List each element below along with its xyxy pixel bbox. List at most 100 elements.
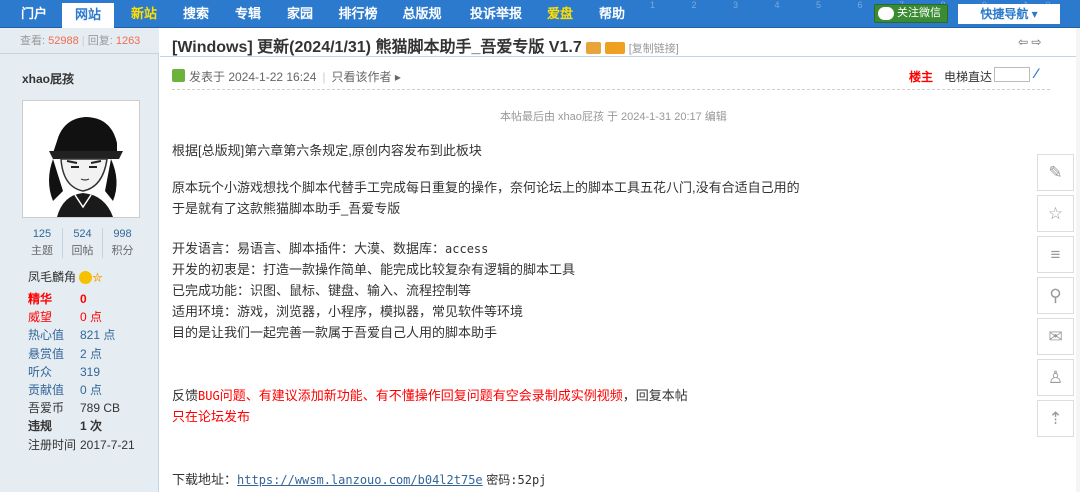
nav-item-portal[interactable]: 门户 (14, 0, 54, 28)
content-line: 根据[总版规]第六章第六条规定,原创内容发布到此板块 (172, 143, 482, 158)
profile-value: 0 点 (80, 382, 103, 397)
profile-value: 2 点 (80, 346, 103, 361)
wechat-icon[interactable]: ✉ (1037, 318, 1074, 355)
follow-wechat-button[interactable]: 关注微信 (874, 4, 948, 23)
search-icon[interactable]: ⚲ (1037, 277, 1074, 314)
elevator-go-icon[interactable]: ⁄ (1035, 65, 1037, 81)
quick-nav-button[interactable]: 快捷导航 ▾ (958, 4, 1060, 24)
profile-key: 精华 (28, 292, 53, 306)
star-rank-icon: ✮ (92, 269, 103, 285)
view-count: 52988 (48, 35, 79, 47)
prev-next-thread-icon[interactable]: ⇦ ⇨ (1018, 35, 1041, 49)
nav-item-album[interactable]: 专辑 (228, 0, 268, 28)
content-line: 开发语言：易语言、脚本插件：大漠、数据库：access (172, 238, 488, 260)
content-text: 问题、有建议添加新功能、有不懂操作回复问题有空会录制成实例视频 (219, 388, 623, 403)
avatar[interactable] (22, 100, 140, 218)
list-icon[interactable]: ≡ (1037, 236, 1074, 273)
content-line: 于是就有了这款熊猫脚本助手_吾爱专版 (172, 201, 401, 216)
download-label: 下载地址： (172, 472, 238, 487)
profile-value: 1 次 (80, 419, 103, 434)
wechat-icon (878, 7, 894, 20)
title-divider (160, 56, 1080, 57)
medal-icon (79, 271, 93, 285)
profile-value: 2017-7-21 (80, 437, 135, 452)
content-text: 反馈 (172, 388, 199, 403)
nav-item-ranking[interactable]: 排行榜 (332, 0, 384, 28)
profile-row: 威望 0 点 (28, 308, 135, 326)
points-count: 998 (113, 228, 132, 240)
content-line: 已完成功能：识图、鼠标、键盘、输入、流程控制等 (172, 283, 472, 298)
author-replies[interactable]: 524 回帖 (62, 228, 102, 258)
online-status-icon (172, 69, 185, 82)
edit-note: 本帖最后由 xhao屁孩 于 2024-1-31 20:17 编辑 (500, 111, 727, 123)
reply-count: 1263 (115, 35, 141, 47)
scrollbar[interactable] (1076, 28, 1080, 492)
copy-link-button[interactable]: [复制链接] (629, 43, 679, 55)
profile-value: 821 点 (80, 328, 116, 343)
nav-item-search[interactable]: 搜索 (176, 0, 216, 28)
profile-key: 热心值 (28, 328, 65, 343)
profile-key: 悬赏值 (28, 346, 65, 361)
content-line: 目的是让我们一起完善一款属于吾爱自己人用的脚本助手 (172, 325, 498, 340)
content-line: 开发的初衷是：打造一款操作简单、能完成比较复杂有逻辑的脚本工具 (172, 262, 576, 277)
profile-row: 违规 1 次 (28, 417, 135, 435)
author-threads[interactable]: 125 主题 (22, 228, 62, 258)
thread-title-row: [Windows] 更新(2024/1/31) 熊猫脚本助手_吾爱专版 V1.7… (172, 33, 679, 57)
profile-key: 威望 (28, 310, 53, 325)
top-nav-bar: 1 2 3 4 5 6 7 8 9 10 门户 网站 新站 搜索 专辑 家园 排… (0, 0, 1080, 28)
user-group: 凤毛麟角 ✮ (28, 268, 103, 286)
content-text: BUG (198, 389, 220, 403)
threads-count: 125 (32, 228, 52, 240)
content-line: 原本玩个小游戏想找个脚本代替手工完成每日重复的操作，奈何论坛上的脚本工具五花八门… (172, 180, 800, 195)
content-line: 下载地址：https://wwsm.lanzouo.com/b04l2t75e … (172, 469, 546, 491)
nav-item-help[interactable]: 帮助 (592, 0, 632, 28)
follow-wechat-label: 关注微信 (897, 7, 941, 19)
nav-item-home[interactable]: 家园 (280, 0, 320, 28)
download-password: 密码:52pj (486, 473, 547, 487)
post-meta: 发表于 2024-1-22 16:24 | 只看该作者 ▸ (189, 70, 401, 84)
user-group-label: 凤毛麟角 (28, 270, 77, 284)
thread-stats: 查看: 52988 | 回复: 1263 (0, 28, 159, 54)
reply-label: 回复: (87, 35, 113, 47)
profile-key: 贡献值 (28, 382, 65, 397)
top-icon[interactable]: ⇡ (1037, 400, 1074, 437)
view-label: 查看: (20, 35, 46, 47)
profile-row: 悬赏值 2 点 (28, 345, 135, 363)
profile-value: 0 点 (80, 310, 103, 325)
nav-item-report[interactable]: 投诉举报 (464, 0, 528, 28)
profile-row: 听众 319 (28, 363, 135, 381)
content-text: access (445, 242, 489, 256)
replies-label: 回帖 (71, 245, 94, 257)
only-author-link[interactable]: 只看该作者 ▸ (332, 70, 401, 84)
profile-row: 注册时间 2017-7-21 (28, 436, 135, 454)
points-label: 积分 (111, 245, 134, 257)
edit-icon[interactable]: ✎ (1037, 154, 1074, 191)
nav-item-rules[interactable]: 总版规 (396, 0, 448, 28)
profile-key: 听众 (28, 364, 53, 379)
user-icon[interactable]: ♙ (1037, 359, 1074, 396)
replies-count: 524 (73, 228, 92, 240)
avatar-image (23, 101, 139, 217)
content-text: ，回复本帖 (622, 388, 688, 403)
profile-row: 吾爱币 789 CB (28, 399, 135, 417)
profile-value: 0 (80, 292, 87, 306)
elevator-label: 电梯直达 (944, 70, 993, 84)
profile-key: 吾爱币 (28, 401, 65, 416)
author-points[interactable]: 998 积分 (102, 228, 142, 258)
threads-label: 主题 (31, 245, 53, 257)
hot-badge-icon (604, 41, 625, 54)
nav-item-website[interactable]: 网站 (62, 0, 114, 28)
nav-item-aipan[interactable]: 爱盘 (540, 0, 580, 28)
content-line: 适用环境：游戏，浏览器，小程序，模拟器，常见软件等环境 (172, 304, 524, 319)
profile-value: 789 CB (80, 401, 121, 416)
content-line: 只在论坛发布 (172, 409, 251, 424)
star-icon[interactable]: ☆ (1037, 195, 1074, 232)
content-text: 开发语言：易语言、脚本插件：大漠、数据库： (172, 241, 446, 256)
profile-row: 热心值 821 点 (28, 326, 135, 344)
nav-item-new-site[interactable]: 新站 (124, 0, 164, 28)
profile-key: 违规 (28, 419, 53, 434)
author-name[interactable]: xhao屁孩 (22, 70, 74, 87)
download-link[interactable]: https://wwsm.lanzouo.com/b04l2t75e (237, 473, 483, 487)
elevator-input[interactable] (994, 67, 1030, 82)
profile-key: 注册时间 (28, 437, 77, 452)
